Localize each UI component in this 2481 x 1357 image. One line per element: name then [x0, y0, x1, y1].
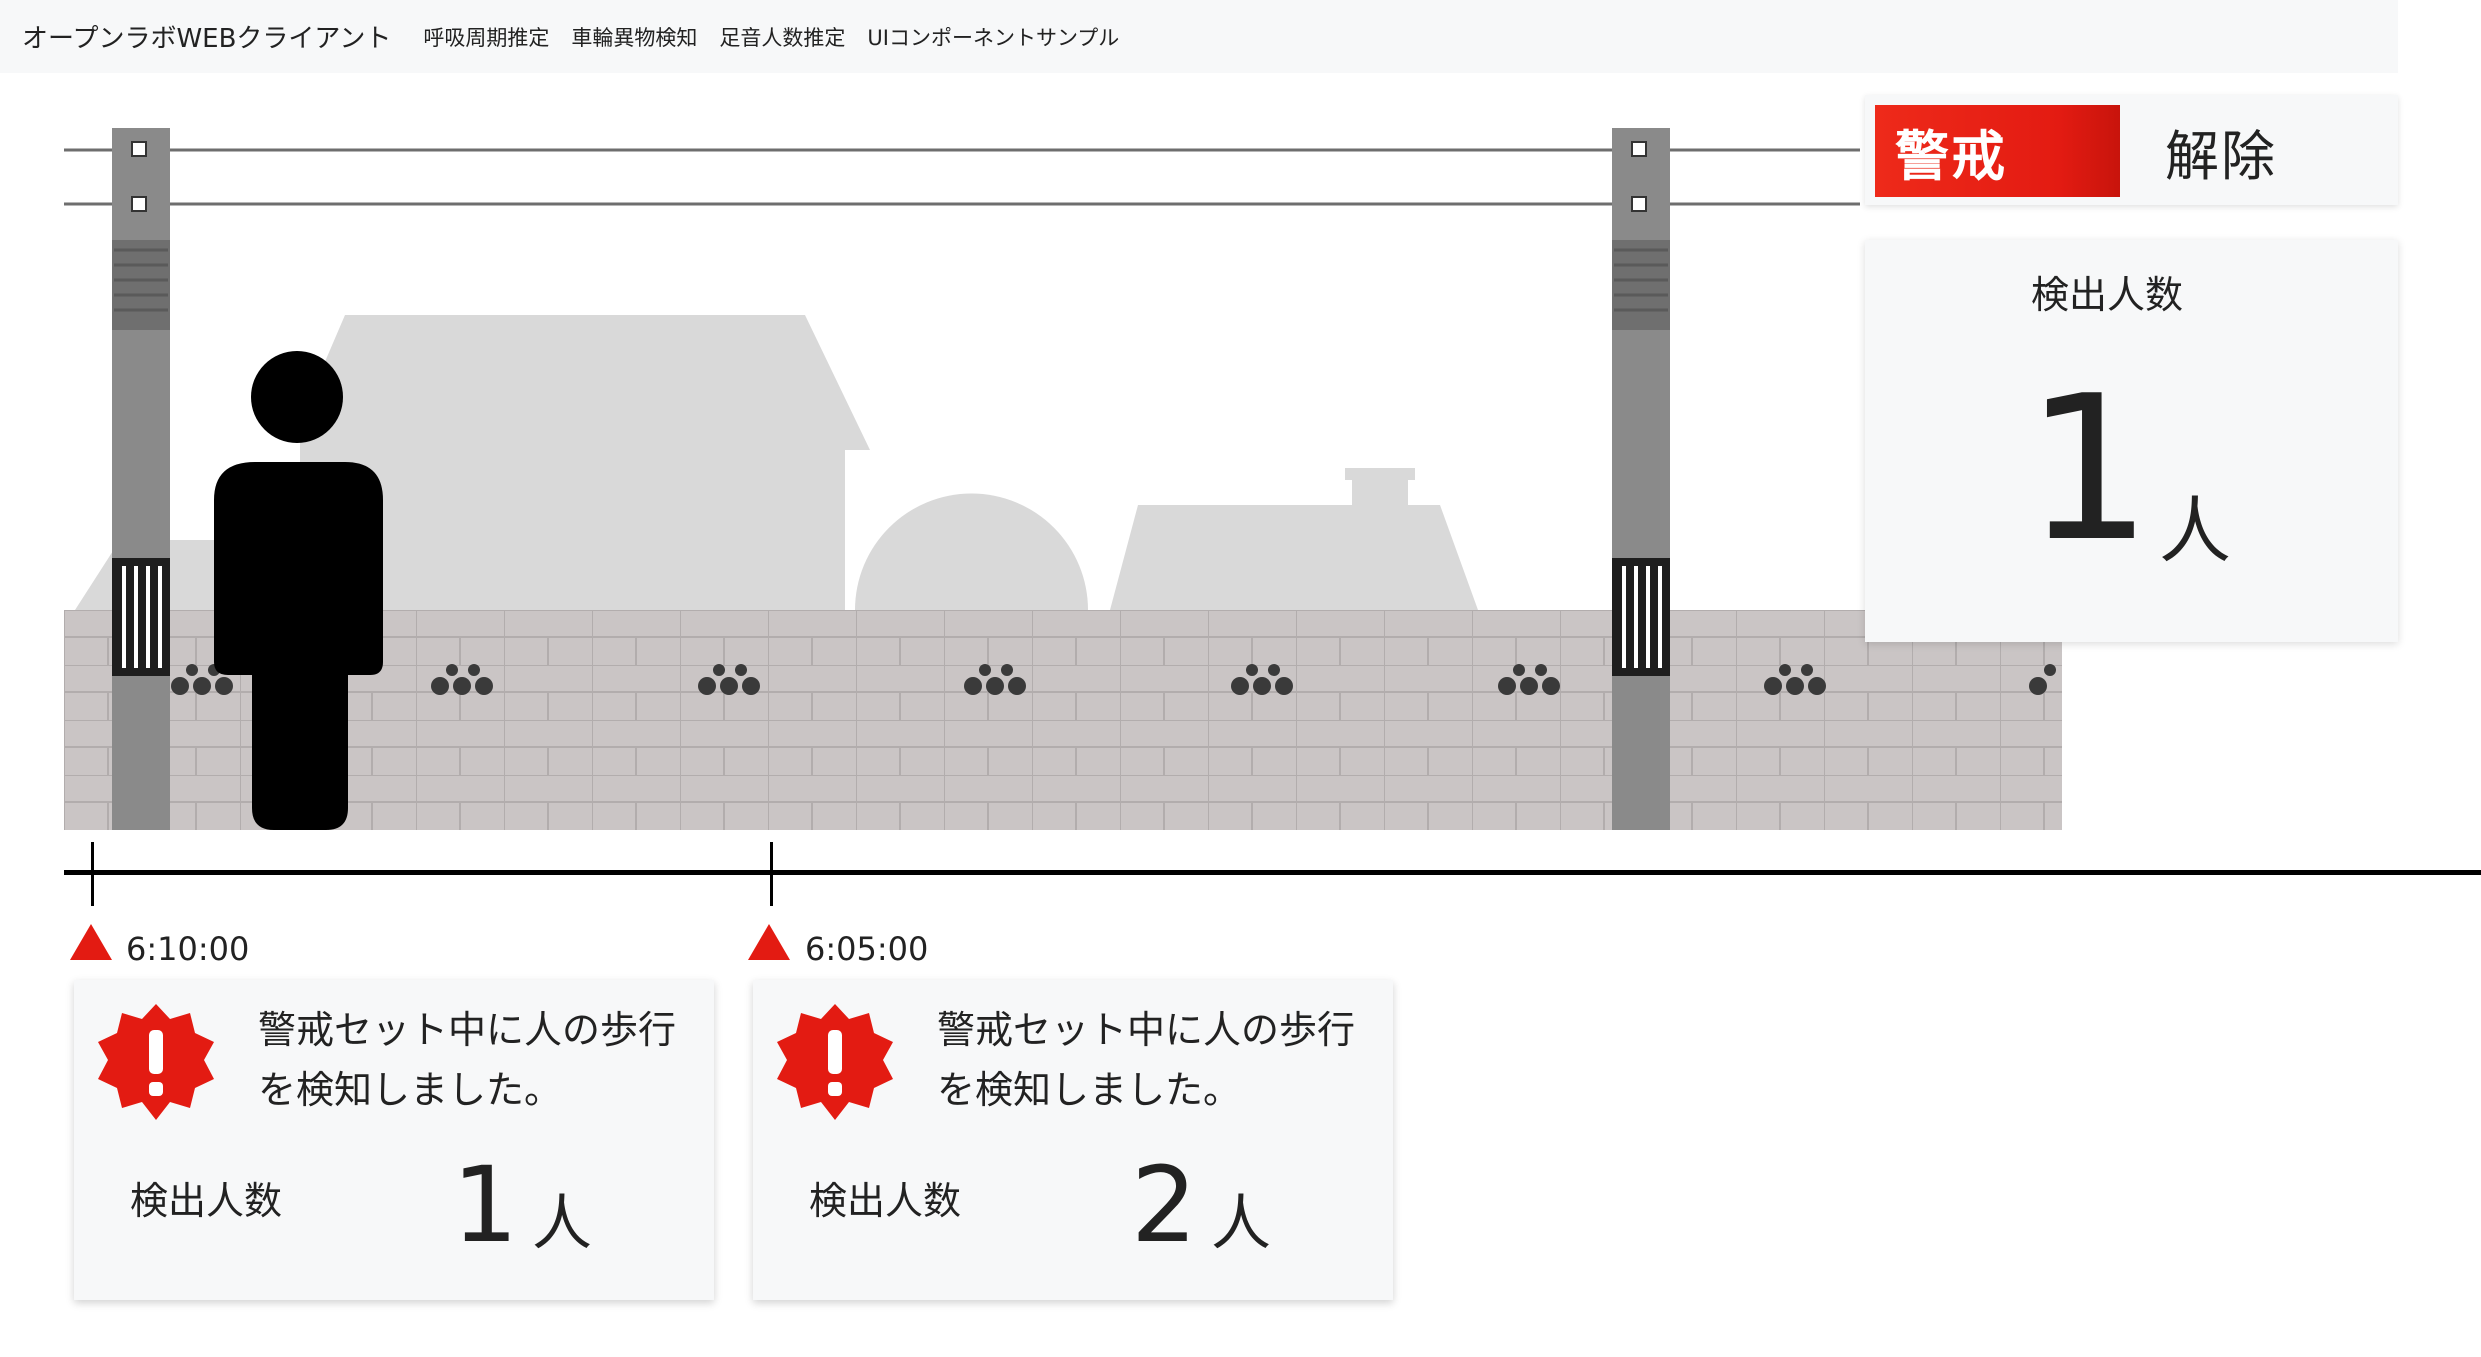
timeline-tick	[91, 842, 94, 906]
utility-pole-left	[112, 128, 170, 830]
detected-count-unit: 人	[2159, 489, 2232, 573]
warning-triangle-icon[interactable]	[70, 924, 112, 960]
navbar: オープンラボWEBクライアント 呼吸周期推定 車輪異物検知 足音人数推定 UIコ…	[0, 0, 2398, 73]
detected-count-label: 検出人数	[2031, 273, 2184, 317]
nav-item-wheel-foreign-object[interactable]: 車輪異物検知	[571, 22, 697, 52]
nav-item-ui-samples[interactable]: UIコンポーネントサンプル	[867, 22, 1119, 52]
event-count-unit: 人	[532, 1189, 592, 1259]
event-message: 警戒セット中に人の歩行を検知しました。	[258, 1008, 677, 1112]
warning-triangle-icon[interactable]	[748, 924, 790, 960]
nav-item-footstep-count[interactable]: 足音人数推定	[719, 22, 845, 52]
brand-title[interactable]: オープンラボWEBクライアント	[22, 18, 391, 55]
power-lines	[64, 148, 1860, 206]
nav-menu: 呼吸周期推定 車輪異物検知 足音人数推定 UIコンポーネントサンプル	[423, 22, 1141, 52]
utility-pole-right	[1612, 128, 1670, 830]
event-card[interactable]: 警戒セット中に人の歩行を検知しました。 検出人数 2 人	[753, 980, 1393, 1300]
event-count-label: 検出人数	[809, 1179, 962, 1223]
event-card[interactable]: 警戒セット中に人の歩行を検知しました。 検出人数 1 人	[74, 980, 714, 1300]
event-message: 警戒セット中に人の歩行を検知しました。	[937, 1008, 1356, 1112]
nav-item-respiration[interactable]: 呼吸周期推定	[423, 22, 549, 52]
alert-set-button[interactable]: 警戒	[1875, 105, 2120, 197]
alert-badge-icon	[98, 1004, 214, 1120]
scene-illustration	[0, 73, 2070, 833]
event-timeline: 6:10:00 6:05:00	[0, 840, 2481, 968]
timeline-time-label: 6:10:00	[126, 930, 250, 968]
detected-count-card: 検出人数 1 人	[1865, 240, 2398, 642]
timeline-axis	[64, 870, 2481, 875]
detected-count-value: 1	[2025, 353, 2153, 586]
timeline-tick	[770, 842, 773, 906]
event-count-value: 1	[452, 1144, 519, 1266]
alert-mode-toggle: 警戒 解除	[1865, 95, 2398, 205]
event-count-value: 2	[1131, 1144, 1198, 1266]
alert-release-button[interactable]: 解除	[2165, 105, 2365, 197]
event-count-label: 検出人数	[130, 1179, 283, 1223]
timeline-time-label: 6:05:00	[805, 930, 929, 968]
event-count-unit: 人	[1211, 1189, 1271, 1259]
alert-badge-icon	[777, 1004, 893, 1120]
